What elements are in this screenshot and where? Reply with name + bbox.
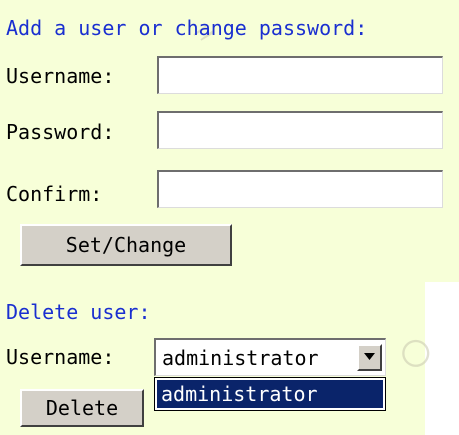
username-input[interactable]: [157, 56, 443, 94]
delete-user-heading: Delete user:: [6, 300, 151, 324]
confirm-password-input[interactable]: [157, 170, 443, 208]
add-user-heading: Add a user or change password:: [6, 16, 368, 40]
user-select-dropdown[interactable]: administrator: [154, 338, 386, 376]
password-label: Password:: [6, 120, 115, 144]
chevron-down-icon: [364, 353, 375, 360]
delete-username-label: Username:: [6, 345, 115, 369]
dropdown-arrow-button[interactable]: [357, 344, 382, 371]
user-dropdown-list: administrator: [154, 377, 386, 411]
confirm-label: Confirm:: [6, 182, 103, 206]
password-input[interactable]: [157, 111, 443, 149]
dropdown-option-administrator[interactable]: administrator: [157, 380, 383, 408]
set-change-button[interactable]: Set/Change: [20, 224, 232, 266]
delete-button[interactable]: Delete: [20, 389, 144, 427]
user-management-panel: 〃 〇 Add a user or change password: Usern…: [0, 0, 459, 435]
selected-user-value: administrator: [162, 346, 319, 370]
username-label: Username:: [6, 64, 115, 88]
